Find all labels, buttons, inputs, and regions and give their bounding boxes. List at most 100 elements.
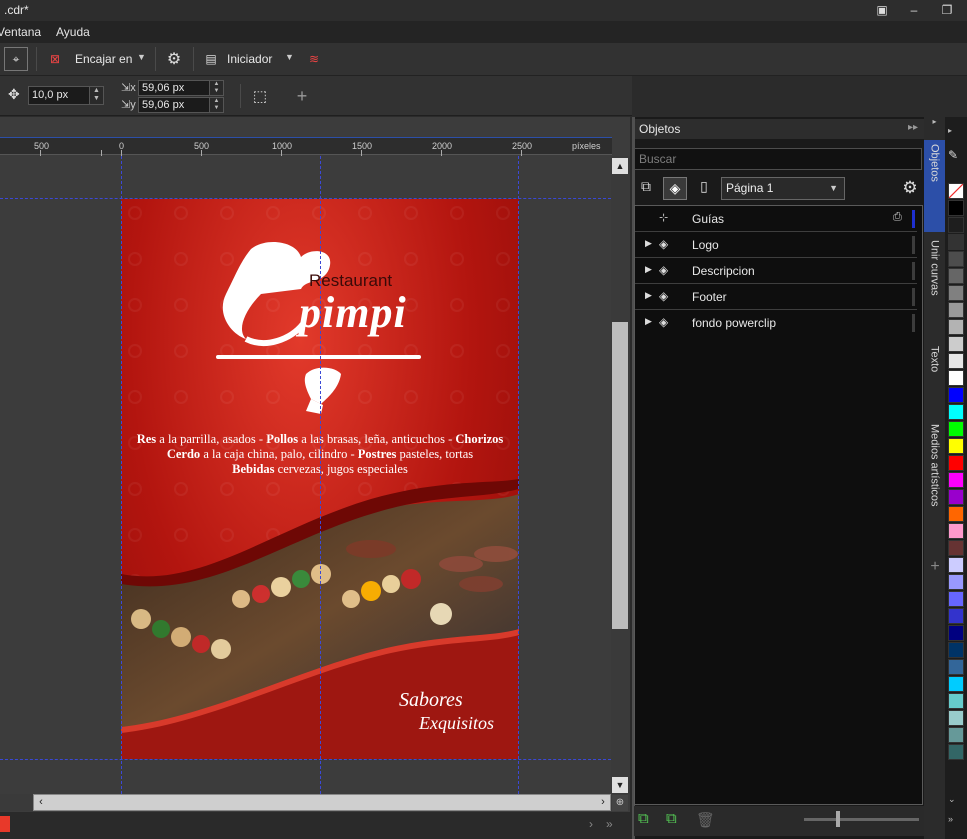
guide-vertical[interactable] — [121, 156, 122, 794]
scroll-up-icon[interactable]: ▲ — [612, 158, 628, 174]
fill-color-swatch[interactable] — [0, 816, 10, 832]
color-swatch[interactable] — [948, 302, 964, 318]
no-color-swatch[interactable] — [948, 183, 964, 199]
color-swatch[interactable] — [948, 727, 964, 743]
expand-arrow-icon[interactable]: ▶ — [645, 316, 652, 327]
guide-horizontal[interactable] — [0, 759, 611, 760]
color-swatch[interactable] — [948, 557, 964, 573]
color-swatch[interactable] — [948, 370, 964, 386]
guide-horizontal[interactable] — [0, 198, 611, 199]
horizontal-scrollbar[interactable] — [33, 794, 611, 811]
scroll-right-icon[interactable]: › — [596, 795, 610, 810]
view-icon[interactable]: ⌖ — [4, 47, 28, 71]
options-gear-icon[interactable]: ⚙ — [163, 47, 185, 71]
guide-vertical[interactable] — [320, 156, 321, 794]
object-row-logo[interactable]: ▶ ◈ Logo — [635, 232, 917, 258]
color-swatch[interactable] — [948, 744, 964, 760]
color-swatch[interactable] — [948, 472, 964, 488]
object-row-fondo-powerclip[interactable]: ▶ ◈ fondo powerclip — [635, 310, 917, 336]
color-swatch[interactable] — [948, 676, 964, 692]
account-icon[interactable]: ▣ — [873, 2, 891, 18]
new-layer-icon[interactable]: ⧉ — [636, 178, 656, 198]
color-swatch[interactable] — [948, 421, 964, 437]
launcher-icon[interactable]: ▤ — [200, 47, 222, 71]
objects-search-input[interactable]: Buscar — [634, 148, 922, 170]
color-swatch[interactable] — [948, 217, 964, 233]
palette-scroll-down-icon[interactable]: ⌄ — [948, 794, 956, 805]
color-swatch[interactable] — [948, 574, 964, 590]
object-row-guias[interactable]: ⊹ Guías ⎙ — [635, 206, 917, 232]
color-swatch[interactable] — [948, 387, 964, 403]
color-swatch[interactable] — [948, 523, 964, 539]
new-master-layer-icon[interactable]: ⧉ — [666, 810, 677, 827]
object-row-footer[interactable]: ▶ ◈ Footer — [635, 284, 917, 310]
color-swatch[interactable] — [948, 642, 964, 658]
docker-scroll-icon[interactable]: ▸ — [924, 117, 945, 127]
palette-scroll-up-icon[interactable]: ▸ — [948, 126, 952, 135]
color-swatch[interactable] — [948, 285, 964, 301]
duplicate-y-input[interactable]: 59,06 px — [138, 97, 210, 113]
page-select[interactable]: Página 1 ▼ — [721, 177, 845, 200]
color-swatch[interactable] — [948, 200, 964, 216]
guide-vertical[interactable] — [518, 156, 519, 794]
bounding-box-icon[interactable]: ⬚ — [248, 84, 272, 108]
new-layer-button-icon[interactable]: ⧉ — [638, 810, 649, 827]
snap-icon[interactable]: ⊠ — [44, 47, 66, 71]
status-expand-icon[interactable]: » — [606, 817, 613, 831]
color-swatch[interactable] — [948, 353, 964, 369]
color-swatch[interactable] — [948, 540, 964, 556]
tab-unir-curvas[interactable]: Unir curvas — [924, 236, 945, 332]
zoom-icon[interactable]: ⊕ — [612, 795, 628, 811]
expand-arrow-icon[interactable]: ▶ — [645, 290, 652, 301]
minimize-button[interactable]: – — [905, 2, 923, 18]
thumbnail-size-slider[interactable] — [804, 818, 919, 821]
color-swatch[interactable] — [948, 234, 964, 250]
color-swatch[interactable] — [948, 404, 964, 420]
restore-button[interactable]: ❐ — [938, 2, 956, 18]
menu-ventana[interactable]: Ventana — [0, 25, 41, 39]
menu-ayuda[interactable]: Ayuda — [56, 25, 90, 39]
palette-more-icon[interactable]: » — [948, 814, 953, 824]
snap-to-label[interactable]: Encajar en — [75, 52, 132, 66]
status-next-icon[interactable]: › — [589, 817, 593, 831]
thumbnail-size-slider-handle[interactable] — [836, 811, 840, 827]
nudge-spinner[interactable]: ▲ ▼ — [90, 86, 104, 105]
color-swatch[interactable] — [948, 489, 964, 505]
horizontal-ruler[interactable]: 500 0 500 1000 1500 2000 2500 píxeles — [0, 137, 612, 156]
color-swatch[interactable] — [948, 625, 964, 641]
color-swatch[interactable] — [948, 710, 964, 726]
page-view-icon[interactable]: ▯ — [694, 178, 714, 198]
vertical-scroll-thumb[interactable] — [612, 322, 628, 629]
color-swatch[interactable] — [948, 608, 964, 624]
expand-arrow-icon[interactable]: ▶ — [645, 238, 652, 249]
launcher-label[interactable]: Iniciador — [227, 52, 272, 66]
lock-icon[interactable]: ⎙ — [893, 211, 902, 224]
dup-y-spinner[interactable]: ▲ ▼ — [210, 97, 224, 113]
color-swatch[interactable] — [948, 268, 964, 284]
add-icon[interactable]: + — [290, 84, 314, 108]
launcher-dropdown-icon[interactable]: ▼ — [285, 52, 294, 62]
object-row-descripcion[interactable]: ▶ ◈ Descripcion — [635, 258, 917, 284]
add-docker-icon[interactable]: + — [926, 558, 944, 578]
scroll-down-icon[interactable]: ▼ — [612, 777, 628, 793]
color-swatch[interactable] — [948, 336, 964, 352]
eyedropper-icon[interactable]: ✎ — [948, 148, 958, 162]
scroll-left-icon[interactable]: ‹ — [34, 795, 48, 810]
color-swatch[interactable] — [948, 693, 964, 709]
snap-dropdown-icon[interactable]: ▼ — [137, 52, 146, 62]
color-swatch[interactable] — [948, 506, 964, 522]
delete-layer-icon[interactable]: 🗑 — [696, 811, 715, 829]
layers-view-icon[interactable]: ◈ — [663, 177, 687, 200]
duplicate-x-input[interactable]: 59,06 px — [138, 80, 210, 96]
dup-x-spinner[interactable]: ▲ ▼ — [210, 80, 224, 96]
color-swatch[interactable] — [948, 319, 964, 335]
color-swatch[interactable] — [948, 591, 964, 607]
tab-objetos[interactable]: Objetos — [924, 140, 945, 232]
stack-icon[interactable]: ≋ — [303, 47, 325, 71]
tab-texto[interactable]: Texto — [924, 342, 945, 412]
color-swatch[interactable] — [948, 251, 964, 267]
nudge-distance-input[interactable]: 10,0 px — [28, 86, 90, 105]
panel-collapse-icon[interactable]: ▸▸ — [908, 122, 918, 133]
panel-options-gear-icon[interactable]: ⚙ — [900, 178, 920, 198]
color-swatch[interactable] — [948, 438, 964, 454]
